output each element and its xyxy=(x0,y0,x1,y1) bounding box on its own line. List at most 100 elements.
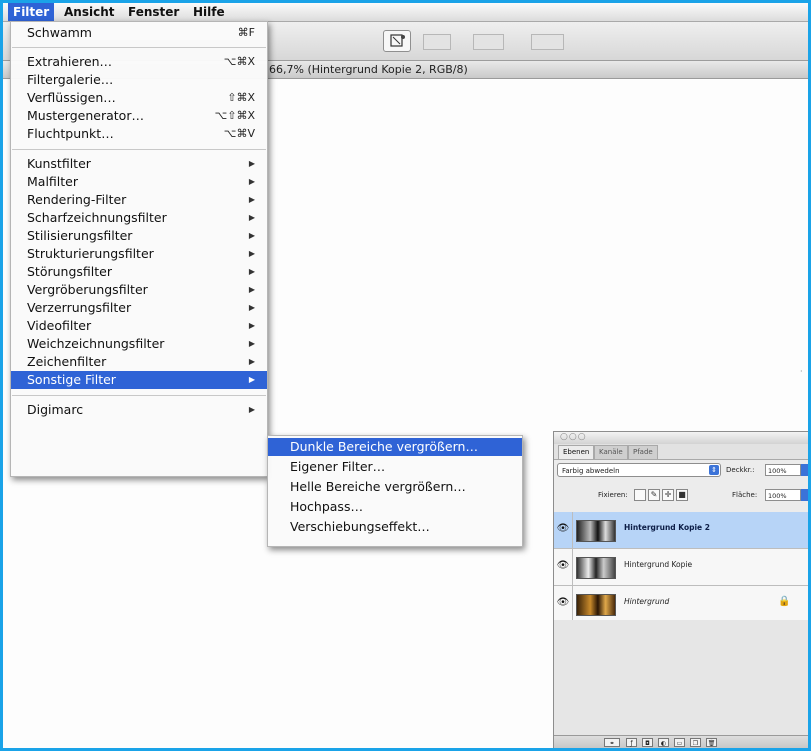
lock-brush-icon[interactable]: ✎ xyxy=(648,489,660,501)
submenu-arrow-icon: ▶ xyxy=(248,249,255,258)
menu-divider xyxy=(12,395,266,396)
layer-name: Hintergrund Kopie xyxy=(624,560,693,569)
options-tab-2[interactable] xyxy=(473,34,504,50)
menu-item-label: Malfilter xyxy=(27,174,78,189)
menu-item-label: Strukturierungsfilter xyxy=(27,246,154,261)
submenu-item-label: Eigener Filter… xyxy=(290,459,386,474)
link-layers-icon[interactable]: ⚭ xyxy=(604,738,620,747)
lock-transparency-icon[interactable] xyxy=(634,489,646,501)
menu-divider xyxy=(12,149,266,150)
select-stepper-icon: ⇕ xyxy=(709,465,719,475)
menu-item-shortcut: ⌥⌘V xyxy=(223,127,255,140)
layer-row-hintergrund-kopie[interactable]: 👁 Hintergrund Kopie xyxy=(554,549,808,586)
opacity-field[interactable]: 100% xyxy=(765,464,801,476)
trash-icon[interactable]: 🗑 xyxy=(706,738,717,747)
submenu-arrow-icon: ▶ xyxy=(248,213,255,222)
menu-fenster[interactable]: Fenster xyxy=(123,3,184,21)
eye-icon[interactable]: 👁 xyxy=(556,559,570,573)
sonstige-filter-submenu: Dunkle Bereiche vergrößern… Eigener Filt… xyxy=(267,435,523,547)
menu-item-label: Filtergalerie… xyxy=(27,72,114,87)
lock-label: Fixieren: xyxy=(598,491,628,499)
layers-panel-titlebar[interactable]: ○○○ xyxy=(554,432,808,444)
submenu-item-hochpass[interactable]: Hochpass… xyxy=(268,498,522,516)
menu-item-vergroeberungsfilter[interactable]: Vergröberungsfilter ▶ xyxy=(11,281,267,299)
submenu-item-label: Hochpass… xyxy=(290,499,363,514)
menu-item-weichzeichnungsfilter[interactable]: Weichzeichnungsfilter ▶ xyxy=(11,335,267,353)
menu-item-mustergenerator[interactable]: Mustergenerator… ⌥⇧⌘X xyxy=(11,107,267,125)
layer-name: Hintergrund Kopie 2 xyxy=(624,523,710,532)
tab-ebenen[interactable]: Ebenen xyxy=(558,445,595,459)
menu-item-rendering-filter[interactable]: Rendering-Filter ▶ xyxy=(11,191,267,209)
menu-item-sonstige-filter[interactable]: Sonstige Filter ▶ xyxy=(11,371,267,389)
menu-item-stoerungsfilter[interactable]: Störungsfilter ▶ xyxy=(11,263,267,281)
menu-item-label: Scharfzeichnungsfilter xyxy=(27,210,167,225)
lock-all-icon[interactable]: ■ xyxy=(676,489,688,501)
submenu-arrow-icon: ▶ xyxy=(248,267,255,276)
app-window: Filter Ansicht Fenster Hilfe 66,7% (Hint… xyxy=(0,0,811,751)
divider xyxy=(572,512,573,548)
fill-tool-icon[interactable] xyxy=(383,30,411,52)
options-tab-1[interactable] xyxy=(423,34,452,50)
fill-field[interactable]: 100% xyxy=(765,489,801,501)
opacity-slider-icon[interactable] xyxy=(801,464,808,476)
menu-item-extrahieren[interactable]: Extrahieren… ⌥⌘X xyxy=(11,53,267,71)
layer-name: Hintergrund xyxy=(624,597,670,606)
menu-item-label: Verzerrungsfilter xyxy=(27,300,132,315)
new-layer-icon[interactable]: ❐ xyxy=(690,738,701,747)
layers-options: Farbig abwedeln ⇕ Deckkr.: 100% Fixieren… xyxy=(554,459,808,513)
menu-item-stilisierungsfilter[interactable]: Stilisierungsfilter ▶ xyxy=(11,227,267,245)
menu-item-malfilter[interactable]: Malfilter ▶ xyxy=(11,173,267,191)
layers-list-empty-area xyxy=(554,620,808,738)
fill-slider-icon[interactable] xyxy=(801,489,808,501)
submenu-arrow-icon: ▶ xyxy=(248,231,255,240)
blend-mode-value: Farbig abwedeln xyxy=(562,467,620,475)
submenu-arrow-icon: ▶ xyxy=(248,357,255,366)
layers-panel: ○○○ Ebenen Kanäle Pfade Farbig abwedeln … xyxy=(553,431,808,748)
tab-pfade[interactable]: Pfade xyxy=(628,445,658,459)
adjustment-layer-icon[interactable]: ◐ xyxy=(658,738,669,747)
document-title: 66,7% (Hintergrund Kopie 2, RGB/8) xyxy=(269,63,468,76)
menu-item-kunstfilter[interactable]: Kunstfilter ▶ xyxy=(11,155,267,173)
layer-style-icon[interactable]: ƒ xyxy=(626,738,637,747)
tab-kanaele[interactable]: Kanäle xyxy=(594,445,628,459)
menu-item-verzerrungsfilter[interactable]: Verzerrungsfilter ▶ xyxy=(11,299,267,317)
menu-item-filtergalerie[interactable]: Filtergalerie… xyxy=(11,71,267,89)
menu-item-scharfzeichnungsfilter[interactable]: Scharfzeichnungsfilter ▶ xyxy=(11,209,267,227)
options-tab-3[interactable] xyxy=(531,34,565,50)
eye-icon[interactable]: 👁 xyxy=(556,596,570,610)
filter-menu: Schwamm ⌘F Extrahieren… ⌥⌘X Filtergaleri… xyxy=(10,21,268,477)
submenu-item-label: Dunkle Bereiche vergrößern… xyxy=(290,439,478,454)
menu-item-schwamm[interactable]: Schwamm ⌘F xyxy=(11,24,267,42)
menu-item-strukturierungsfilter[interactable]: Strukturierungsfilter ▶ xyxy=(11,245,267,263)
layers-bottom-toolbar: ⚭ ƒ ◘ ◐ ▭ ❐ 🗑 xyxy=(554,735,808,748)
layer-mask-icon[interactable]: ◘ xyxy=(642,738,653,747)
window-controls-icon[interactable]: ○○○ xyxy=(560,432,587,442)
menu-item-label: Zeichenfilter xyxy=(27,354,107,369)
submenu-arrow-icon: ▶ xyxy=(248,303,255,312)
submenu-item-dunkle-bereiche[interactable]: Dunkle Bereiche vergrößern… xyxy=(268,438,522,456)
new-group-icon[interactable]: ▭ xyxy=(674,738,685,747)
menu-item-label: Weichzeichnungsfilter xyxy=(27,336,165,351)
submenu-item-verschiebungseffekt[interactable]: Verschiebungseffekt… xyxy=(268,518,522,536)
submenu-arrow-icon: ▶ xyxy=(248,195,255,204)
menu-item-label: Kunstfilter xyxy=(27,156,91,171)
menu-item-zeichenfilter[interactable]: Zeichenfilter ▶ xyxy=(11,353,267,371)
menu-item-videofilter[interactable]: Videofilter ▶ xyxy=(11,317,267,335)
menu-item-label: Videofilter xyxy=(27,318,92,333)
menu-filter[interactable]: Filter xyxy=(8,3,55,21)
layer-row-hintergrund-kopie-2[interactable]: 👁 Hintergrund Kopie 2 xyxy=(554,512,808,549)
menu-item-label: Digimarc xyxy=(27,402,84,417)
submenu-item-eigener-filter[interactable]: Eigener Filter… xyxy=(268,458,522,476)
menu-item-fluchtpunkt[interactable]: Fluchtpunkt… ⌥⌘V xyxy=(11,125,267,143)
menu-item-digimarc[interactable]: Digimarc ▶ xyxy=(11,401,267,419)
menu-hilfe[interactable]: Hilfe xyxy=(188,3,230,21)
menu-ansicht[interactable]: Ansicht xyxy=(59,3,119,21)
layer-row-hintergrund[interactable]: 👁 Hintergrund 🔒 xyxy=(554,586,808,623)
eye-icon[interactable]: 👁 xyxy=(556,522,570,536)
submenu-item-helle-bereiche[interactable]: Helle Bereiche vergrößern… xyxy=(268,478,522,496)
menu-item-label: Rendering-Filter xyxy=(27,192,127,207)
menu-item-verfluessigen[interactable]: Verflüssigen… ⇧⌘X xyxy=(11,89,267,107)
fill-label: Fläche: xyxy=(732,491,758,499)
blend-mode-select[interactable]: Farbig abwedeln ⇕ xyxy=(557,463,721,477)
lock-move-icon[interactable]: ✛ xyxy=(662,489,674,501)
